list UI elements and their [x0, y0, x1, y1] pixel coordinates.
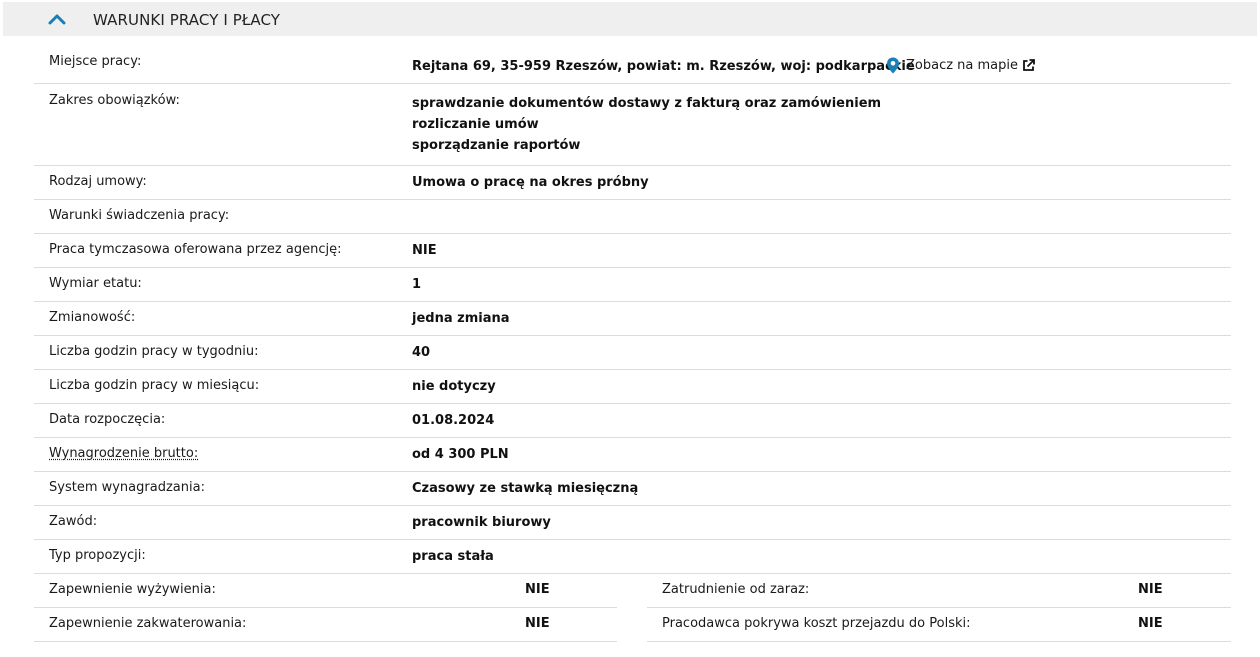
row-offer-type: Typ propozycji: praca stała — [34, 540, 1231, 574]
location-value: Rejtana 69, 35-959 Rzeszów, powiat: m. R… — [412, 59, 915, 74]
row-label: Rodzaj umowy: — [49, 174, 147, 189]
duty-item: sporządzanie raportów — [412, 138, 581, 153]
travel-cost-value: NIE — [1138, 616, 1163, 631]
row-label: Zawód: — [49, 514, 98, 529]
row-value: jedna zmiana — [412, 311, 510, 326]
map-link[interactable]: Zobacz na mapie — [886, 57, 1035, 74]
duties-label: Zakres obowiązków: — [49, 93, 180, 108]
row-value: pracownik biurowy — [412, 515, 551, 530]
row-label: Warunki świadczenia pracy: — [49, 208, 230, 223]
row-temp-agency: Praca tymczasowa oferowana przez agencję… — [34, 234, 1231, 268]
row-monthly-hours: Liczba godzin pracy w miesiącu: nie doty… — [34, 370, 1231, 404]
travel-cost-label: Pracodawca pokrywa koszt przejazdu do Po… — [662, 616, 971, 631]
row-label: Praca tymczasowa oferowana przez agencję… — [49, 242, 342, 257]
row-label: Typ propozycji: — [49, 548, 146, 563]
row-value: 01.08.2024 — [412, 413, 495, 428]
row-duties: Zakres obowiązków: sprawdzanie dokumentó… — [34, 84, 1231, 166]
row-label: Zmianowość: — [49, 310, 136, 325]
meals-value: NIE — [525, 582, 550, 597]
immediate-employment-value: NIE — [1138, 582, 1163, 597]
map-link-label[interactable]: Zobacz na mapie — [906, 58, 1018, 73]
row-start-date: Data rozpoczęcia: 01.08.2024 — [34, 404, 1231, 438]
row-value: nie dotyczy — [412, 379, 496, 394]
row-value: od 4 300 PLN — [412, 447, 509, 462]
row-pay-system: System wynagradzania: Czasowy ze stawką … — [34, 472, 1231, 506]
accommodation-label: Zapewnienie zakwaterowania: — [49, 616, 247, 631]
row-label: Wymiar etatu: — [49, 276, 142, 291]
duty-item: sprawdzanie dokumentów dostawy z fakturą… — [412, 96, 882, 111]
row-label: Liczba godzin pracy w tygodniu: — [49, 344, 259, 359]
map-pin-icon — [887, 57, 899, 74]
row-label: Liczba godzin pracy w miesiącu: — [49, 378, 260, 393]
row-salary: Wynagrodzenie brutto: od 4 300 PLN — [34, 438, 1231, 472]
row-profession: Zawód: pracownik biurowy — [34, 506, 1231, 540]
location-label: Miejsce pracy: — [49, 54, 142, 69]
row-value: 40 — [412, 345, 431, 360]
immediate-employment-label: Zatrudnienie od zaraz: — [662, 582, 810, 597]
row-value: Umowa o pracę na okres próbny — [412, 175, 649, 190]
row-shifts: Zmianowość: jedna zmiana — [34, 302, 1231, 336]
pair-row-left: Zapewnienie zakwaterowania: NIE — [34, 608, 617, 642]
section-title: WARUNKI PRACY I PŁACY — [93, 11, 281, 29]
row-label: Data rozpoczęcia: — [49, 412, 166, 427]
pair-row-right: Pracodawca pokrywa koszt przejazdu do Po… — [647, 608, 1231, 642]
row-value: Czasowy ze stawką miesięczną — [412, 481, 639, 496]
section-header[interactable]: WARUNKI PRACY I PŁACY — [3, 2, 1257, 36]
pair-row-right: Zatrudnienie od zaraz: NIE — [647, 574, 1231, 608]
row-working-time: Wymiar etatu: 1 — [34, 268, 1231, 302]
salary-label[interactable]: Wynagrodzenie brutto: — [49, 445, 198, 463]
row-work-conditions: Warunki świadczenia pracy: — [34, 200, 1231, 234]
accommodation-value: NIE — [525, 616, 550, 631]
row-label: System wynagradzania: — [49, 480, 205, 495]
external-link-icon — [1023, 59, 1035, 71]
row-value: 1 — [412, 277, 422, 292]
pair-row-left: Zapewnienie wyżywienia: NIE — [34, 574, 617, 608]
meals-label: Zapewnienie wyżywienia: — [49, 582, 216, 597]
row-value: NIE — [412, 243, 437, 258]
row-weekly-hours: Liczba godzin pracy w tygodniu: 40 — [34, 336, 1231, 370]
duty-item: rozliczanie umów — [412, 117, 539, 132]
chevron-up-icon[interactable] — [46, 10, 68, 28]
row-value: praca stała — [412, 549, 494, 564]
row-contract-type: Rodzaj umowy: Umowa o pracę na okres pró… — [34, 166, 1231, 200]
row-location: Miejsce pracy: Rejtana 69, 35-959 Rzeszó… — [34, 46, 1231, 84]
